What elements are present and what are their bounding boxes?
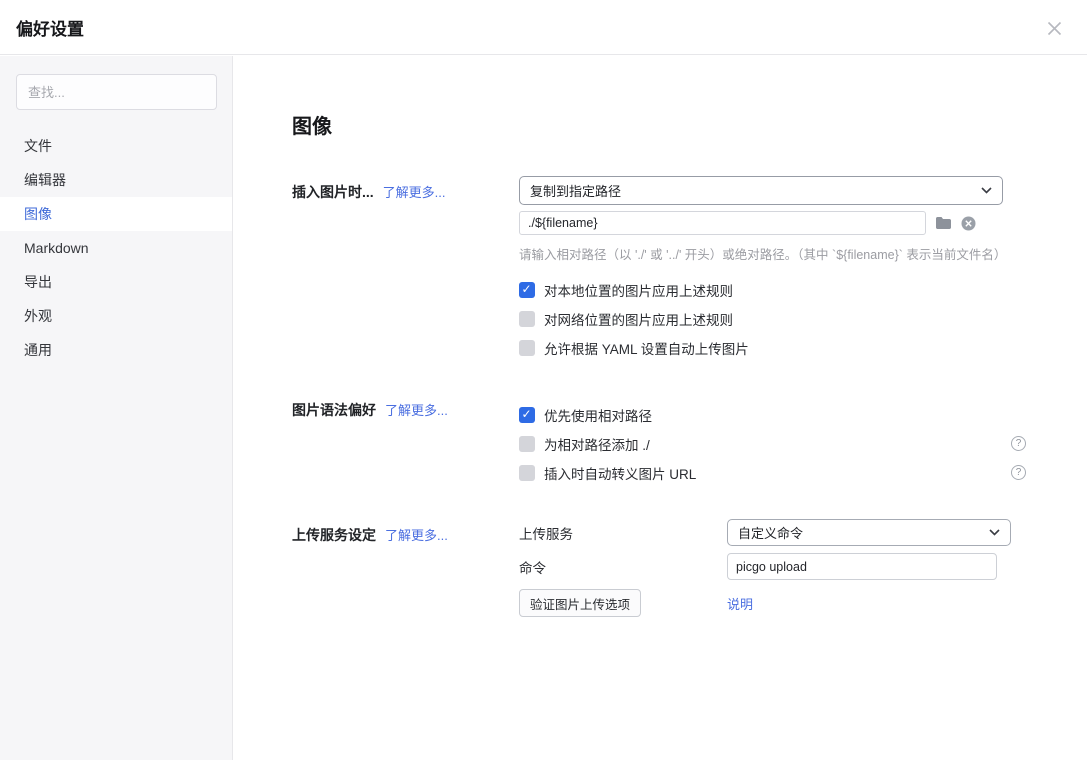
window-title: 偏好设置 — [16, 15, 84, 40]
main-content: 图像 插入图片时... 了解更多... 复制到指定路径 — [234, 56, 1087, 760]
validate-row: 验证图片上传选项 说明 — [519, 589, 1087, 617]
syntax-checkboxes: 优先使用相对路径 为相对路径添加 ./ ? 插入时自动转义图片 UR — [519, 400, 1087, 487]
insert-learn-more-link[interactable]: 了解更多... — [383, 182, 446, 201]
help-icon[interactable]: ? — [1011, 436, 1026, 451]
syntax-section-head: 图片语法偏好 了解更多... — [292, 394, 519, 487]
upload-section-label: 上传服务设定 — [292, 525, 376, 545]
checkbox-label: 为相对路径添加 ./ — [544, 434, 650, 454]
command-row: 命令 — [519, 553, 1087, 580]
upload-section-body: 上传服务 自定义命令 命令 验证图片上传选项 说 — [519, 519, 1087, 617]
close-button[interactable] — [1045, 19, 1063, 37]
sidebar-item-editor[interactable]: 编辑器 — [0, 163, 232, 197]
command-input[interactable] — [727, 553, 997, 580]
apply-online-images-checkbox[interactable]: 对网络位置的图片应用上述规则 — [519, 304, 1087, 333]
insert-image-section: 插入图片时... 了解更多... 复制到指定路径 — [292, 176, 1087, 362]
path-hint: 请输入相对路径（以 './' 或 '../' 开头）或绝对路径。（其中 `${f… — [519, 244, 1087, 263]
yaml-auto-upload-checkbox[interactable]: 允许根据 YAML 设置自动上传图片 — [519, 333, 1087, 362]
checkbox-box — [519, 311, 535, 327]
sidebar-item-appearance[interactable]: 外观 — [0, 299, 232, 333]
image-syntax-section: 图片语法偏好 了解更多... 优先使用相对路径 为相对路径添加 ./ — [292, 394, 1087, 487]
command-label: 命令 — [519, 557, 727, 577]
image-action-select-value: 复制到指定路径 — [530, 181, 621, 200]
page-title: 图像 — [292, 110, 1087, 139]
image-action-select[interactable]: 复制到指定路径 — [519, 176, 1003, 205]
insert-section-head: 插入图片时... 了解更多... — [292, 176, 519, 362]
add-dot-slash-checkbox[interactable]: 为相对路径添加 ./ — [519, 429, 650, 458]
folder-icon — [935, 216, 952, 230]
upload-service-row: 上传服务 自定义命令 — [519, 519, 1087, 546]
preferences-window: 偏好设置 文件 编辑器 图像 Markdown 导出 外观 通用 图像 插入图片… — [0, 0, 1087, 760]
upload-service-label: 上传服务 — [519, 523, 727, 543]
checkbox-label: 对本地位置的图片应用上述规则 — [544, 280, 733, 300]
chevron-down-icon — [989, 529, 1000, 536]
help-icon[interactable]: ? — [1011, 465, 1026, 480]
header: 偏好设置 — [0, 0, 1087, 55]
checkbox-label: 对网络位置的图片应用上述规则 — [544, 309, 733, 329]
target-path-input[interactable] — [519, 211, 926, 235]
insert-section-body: 复制到指定路径 — [519, 176, 1087, 362]
insert-section-label: 插入图片时... — [292, 182, 374, 202]
close-icon — [1047, 21, 1062, 36]
upload-section-head: 上传服务设定 了解更多... — [292, 519, 519, 617]
validate-button-cell: 验证图片上传选项 — [519, 589, 727, 617]
check-line: 为相对路径添加 ./ ? — [519, 429, 1026, 458]
checkbox-box — [519, 340, 535, 356]
checkbox-box — [519, 282, 535, 298]
target-path-row — [519, 211, 1087, 235]
sidebar-item-file[interactable]: 文件 — [0, 129, 232, 163]
upload-learn-more-link[interactable]: 了解更多... — [385, 525, 448, 544]
checkbox-label: 插入时自动转义图片 URL — [544, 463, 696, 483]
check-line: 优先使用相对路径 — [519, 400, 1026, 429]
clear-icon — [961, 216, 976, 231]
syntax-section-label: 图片语法偏好 — [292, 400, 376, 420]
clear-path-button[interactable] — [961, 216, 976, 231]
prefer-relative-path-checkbox[interactable]: 优先使用相对路径 — [519, 400, 652, 429]
syntax-section-body: 优先使用相对路径 为相对路径添加 ./ ? 插入时自动转义图片 UR — [519, 394, 1087, 487]
syntax-learn-more-link[interactable]: 了解更多... — [385, 400, 448, 419]
insert-checkboxes: 对本地位置的图片应用上述规则 对网络位置的图片应用上述规则 允许根据 YAML … — [519, 275, 1087, 362]
browse-folder-button[interactable] — [935, 216, 952, 230]
checkbox-box — [519, 465, 535, 481]
validate-upload-button[interactable]: 验证图片上传选项 — [519, 589, 641, 617]
upload-service-select-value: 自定义命令 — [738, 523, 803, 542]
sidebar: 文件 编辑器 图像 Markdown 导出 外观 通用 — [0, 56, 233, 760]
checkbox-label: 允许根据 YAML 设置自动上传图片 — [544, 338, 749, 358]
sidebar-item-general[interactable]: 通用 — [0, 333, 232, 367]
sidebar-nav: 文件 编辑器 图像 Markdown 导出 外观 通用 — [0, 129, 232, 367]
sidebar-item-export[interactable]: 导出 — [0, 265, 232, 299]
checkbox-label: 优先使用相对路径 — [544, 405, 652, 425]
sidebar-item-image[interactable]: 图像 — [0, 197, 232, 231]
instructions-link[interactable]: 说明 — [727, 594, 753, 613]
escape-image-url-checkbox[interactable]: 插入时自动转义图片 URL — [519, 458, 696, 487]
search-input[interactable] — [16, 74, 217, 110]
chevron-down-icon — [981, 187, 992, 194]
upload-service-select[interactable]: 自定义命令 — [727, 519, 1011, 546]
sidebar-item-markdown[interactable]: Markdown — [0, 231, 232, 265]
checkbox-box — [519, 407, 535, 423]
upload-service-section: 上传服务设定 了解更多... 上传服务 自定义命令 命令 — [292, 519, 1087, 617]
check-line: 插入时自动转义图片 URL ? — [519, 458, 1026, 487]
checkbox-box — [519, 436, 535, 452]
apply-local-images-checkbox[interactable]: 对本地位置的图片应用上述规则 — [519, 275, 1087, 304]
